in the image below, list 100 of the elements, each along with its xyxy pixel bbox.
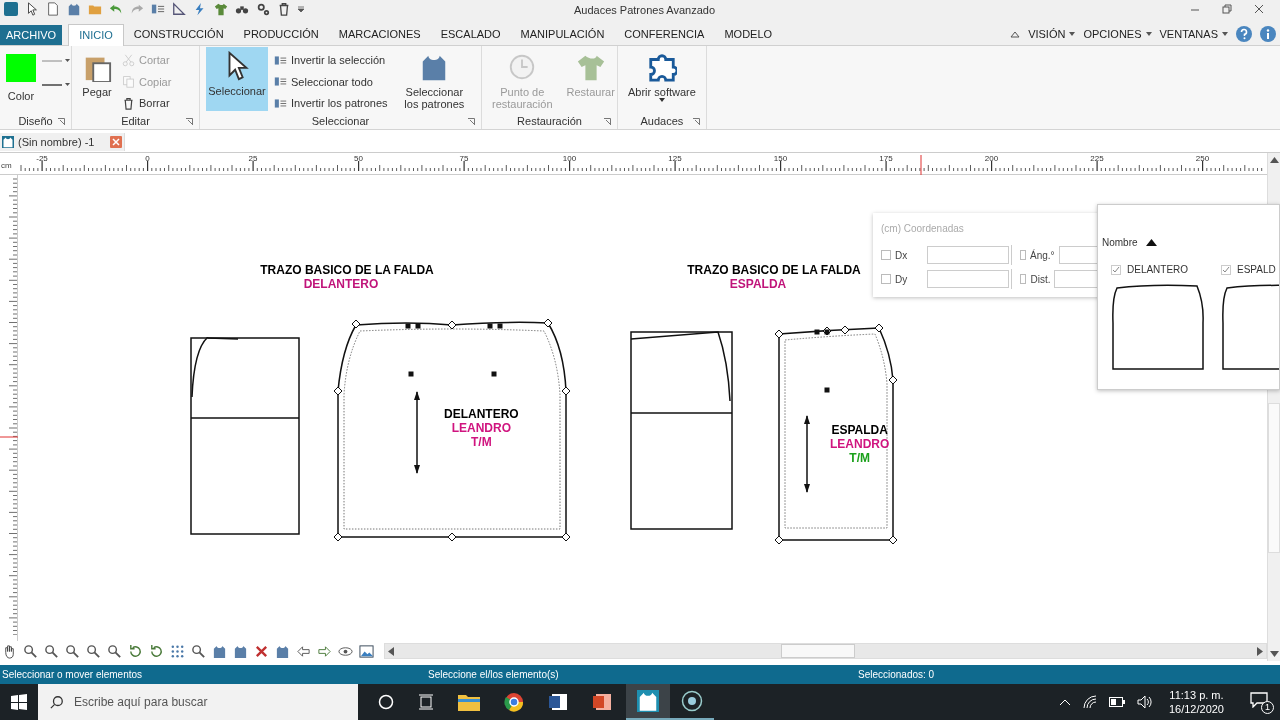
input-field[interactable] [927,270,1009,288]
scroll-right-icon[interactable] [1257,647,1263,656]
windows-start-icon[interactable] [11,694,27,710]
menu-dropdown[interactable]: OPCIONES [1083,25,1152,43]
piece-label: LEANDRO [830,437,890,451]
pan-icon[interactable] [2,643,17,659]
zoom-icon[interactable] [23,643,38,659]
ribbon-tab[interactable]: INICIO [68,24,124,46]
notification-count: 1 [1261,701,1274,714]
ribbon-button[interactable]: Seleccionar [206,47,268,111]
chevron-up-icon[interactable] [1058,698,1071,706]
dialog-launcher-icon[interactable] [186,118,193,125]
dialog-launcher-icon[interactable] [692,118,700,125]
vest-icon[interactable] [67,2,81,16]
ribbon-tab[interactable]: CONSTRUCCIÓN [123,23,234,45]
scroll-up-icon[interactable] [1270,157,1279,163]
checkbox[interactable] [1020,274,1027,284]
powerpoint-icon[interactable] [592,692,612,712]
new-document-icon[interactable] [46,2,60,16]
input-field[interactable] [927,246,1009,264]
close-icon[interactable] [110,136,122,148]
file-menu-button[interactable]: ARCHIVO [0,25,63,45]
dialog-launcher-icon[interactable] [604,118,611,125]
menu-dropdown[interactable]: VISIÓN [1028,25,1076,43]
piece-thumbnail-drawing[interactable] [1111,283,1204,371]
checkbox[interactable] [881,274,891,284]
piece-label: T/M [849,451,870,465]
record-circle-icon [681,690,703,712]
cursor-icon[interactable] [25,2,39,16]
battery-icon[interactable] [1108,697,1125,707]
sort-ascending-icon[interactable] [1145,239,1157,246]
settings-icon[interactable] [256,2,270,16]
scroll-down-icon[interactable] [1270,651,1279,657]
ribbon-small-button[interactable]: Invertir los patrones [274,95,388,112]
ruler-label: 225 [1090,153,1104,165]
checkbox[interactable] [881,250,891,260]
ribbon-button[interactable]: Seleccionar los patrones [393,48,475,112]
document-tab[interactable]: (Sin nombre) -1 [0,133,125,151]
menu-dropdown[interactable]: VENTANAS [1159,25,1228,43]
cortana-circle-icon[interactable] [378,694,394,710]
image-icon[interactable] [359,643,374,659]
customize-caret-icon[interactable] [298,6,304,12]
vest-icon [637,690,659,712]
trash-icon[interactable] [277,2,291,16]
checkbox[interactable] [1221,264,1231,275]
taskbar-clock[interactable]: 11:13 p. m. 16/12/2020 [1164,688,1228,716]
horizontal-scrollbar[interactable] [384,643,1267,659]
rotate-icon[interactable] [128,643,143,659]
collapse-ribbon-icon[interactable] [1010,29,1021,39]
line-width-dropdown[interactable] [42,82,70,88]
shirt-icon[interactable] [214,2,228,16]
line-style-dropdown[interactable] [42,58,70,64]
ribbon-small-button[interactable]: Borrar [122,95,172,112]
scrollbar-thumb[interactable] [781,644,855,658]
info-icon[interactable] [1260,26,1276,42]
ribbon-tab[interactable]: MANIPULACIÓN [510,23,615,45]
ribbon-tab[interactable]: MARCACIONES [328,23,431,45]
close-icon[interactable] [1254,4,1264,14]
wifi-icon[interactable] [1082,695,1097,709]
ribbon-button[interactable]: Abrir software [624,48,700,112]
folder-icon[interactable] [458,693,480,711]
search-field[interactable]: Escribe aquí para buscar [38,684,358,720]
checkbox[interactable] [1020,250,1027,260]
ribbon-tab[interactable]: PRODUCCIÓN [233,23,329,45]
color-label: Color [7,89,35,104]
notification-button[interactable]: 1 [1250,690,1274,714]
dialog-launcher-icon[interactable] [58,118,65,125]
help-icon[interactable] [1236,26,1252,42]
ruler-label: 75 [459,153,469,165]
dialog-launcher-icon[interactable] [468,118,475,125]
draft-title: TRAZO BASICO DE LA FALDA [687,262,861,279]
grid-icon[interactable] [170,643,185,659]
speaker-icon[interactable] [1136,695,1153,709]
triangle-ruler-icon[interactable] [172,2,186,16]
group-label: Restauración [517,113,582,129]
browser-icon[interactable] [504,692,524,712]
puzzle-icon [646,52,677,82]
previous-icon[interactable] [296,643,311,659]
ribbon-tab[interactable]: CONFERENCIA [614,23,715,45]
restore-icon[interactable] [1222,4,1232,14]
next-icon[interactable] [317,643,332,659]
caret-icon [1145,32,1152,36]
field-label: Áng.° [1030,248,1055,263]
taskbar-app-button[interactable] [626,684,670,720]
ribbon-small-button[interactable]: Invertir la selección [274,52,388,69]
color-picker-button[interactable]: Color [6,54,36,105]
scroll-left-icon[interactable] [388,647,394,656]
pattern-list-icon[interactable] [151,2,165,16]
ribbon-button[interactable]: Pegar [78,48,116,112]
ribbon-tab[interactable]: MODELO [714,23,783,45]
group-label: Seleccionar [311,113,370,129]
app-icon [4,2,18,16]
ribbon-tab[interactable]: ESCALADO [430,23,511,45]
scrollbar-thumb[interactable] [1268,403,1280,553]
ribbon-small-button[interactable]: Seleccionar todo [274,73,388,90]
checkbox[interactable] [1111,264,1121,275]
delete-icon[interactable] [254,643,269,659]
task-view-icon[interactable] [418,694,434,710]
word-icon[interactable] [548,692,568,712]
ruler-label: 200 [984,153,999,165]
